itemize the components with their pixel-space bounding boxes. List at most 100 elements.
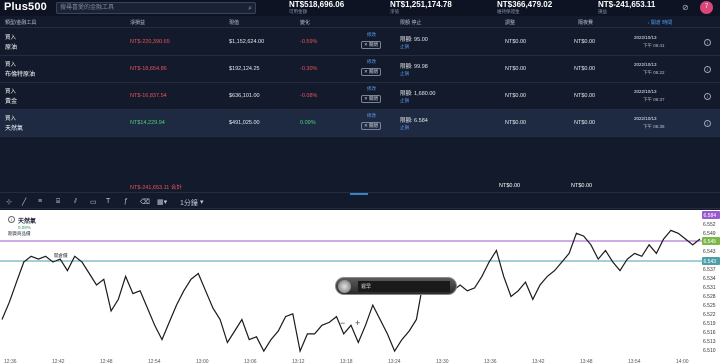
horizontal-line-icon[interactable]: ≡ <box>38 198 42 205</box>
player-text: 遲早 <box>358 281 450 292</box>
positions-header: 類型/金融工具 淨損益 現值 變化 限額 停止 調整 隔夜費 ↓ 開倉 時間 <box>0 16 720 28</box>
function-icon[interactable]: ƒ <box>124 198 128 205</box>
col-fee[interactable]: 隔夜費 <box>578 19 593 26</box>
row-adjust: NT$0.00 <box>505 93 527 99</box>
x-tick-label: 13:18 <box>340 359 353 364</box>
row-price: $491,025.00 <box>229 120 260 126</box>
y-tick-label: 6.531 <box>703 285 716 291</box>
margin-value: NT$366,479.02 <box>497 0 553 9</box>
current-price-label: 6.545 <box>704 239 717 245</box>
row-stop[interactable]: 止損 <box>400 71 409 77</box>
entry-level-label: 6.543 <box>704 259 717 265</box>
info-icon[interactable]: i <box>704 120 711 127</box>
row-adjust: NT$0.00 <box>505 120 527 126</box>
row-price: $636,101.00 <box>229 93 260 99</box>
channel-icon[interactable]: ⫽ <box>74 198 77 206</box>
close-position-button[interactable]: ✕ 關閉 <box>361 95 382 103</box>
edit-link[interactable]: 修改 <box>367 32 376 38</box>
zoom-in-button[interactable]: + <box>355 318 360 328</box>
available-value: NT$518,696.06 <box>289 0 345 9</box>
y-tick-label: 6.519 <box>703 321 716 327</box>
pl-value: NT$-241,653.11 <box>598 0 656 9</box>
table-row[interactable]: 買入 黃金 NT$-16,837.54 $636,101.00 -0.08% 修改 ✕ 關閉… <box>0 83 720 110</box>
row-stop[interactable]: 止損 <box>400 125 409 131</box>
col-change[interactable]: 變化 <box>300 19 310 26</box>
row-pl: NT$-220,390.65 <box>130 39 170 45</box>
limit-level-label: 6.584 <box>704 213 717 219</box>
player-knob[interactable] <box>338 280 351 293</box>
search-input[interactable]: 搜尋喜愛的金融工具 ⌕ <box>56 2 256 14</box>
row-fee: NT$0.00 <box>574 66 596 72</box>
table-row[interactable]: 買入 原油 NT$-220,390.65 $1,152,624.00 -0.59% 修改 ✕… <box>0 29 720 56</box>
avatar[interactable]: 7 <box>700 1 713 14</box>
row-stop[interactable]: 止損 <box>400 98 409 104</box>
row-price: $1,152,624.00 <box>229 39 265 45</box>
table-row[interactable]: 買入 布倫特原油 NT$-18,654.86 $192,124.25 -0.30% 修改 ✕… <box>0 56 720 83</box>
row-change: -0.08% <box>300 93 318 99</box>
x-tick-label: 13:48 <box>580 359 593 364</box>
crosshair-icon[interactable]: ⊹ <box>6 198 12 206</box>
text-icon[interactable]: T <box>106 198 110 205</box>
col-adjust[interactable]: 調整 <box>505 19 515 26</box>
row-stop[interactable]: 止損 <box>400 44 409 50</box>
zoom-out-button[interactable]: − <box>340 318 345 328</box>
edit-link[interactable]: 修改 <box>367 59 376 65</box>
interval-select[interactable]: 1分鐘 <box>180 198 198 208</box>
row-limit[interactable]: 限額: 1,680.00 <box>400 89 435 97</box>
col-pl[interactable]: 淨損益 <box>130 19 145 26</box>
total-adjust: NT$0.00 <box>499 183 521 189</box>
available-label: 可用金額 <box>289 9 307 14</box>
row-limit[interactable]: 限額: 95.00 <box>400 35 428 43</box>
chart-sub: 期貨商品價 <box>8 231 31 236</box>
row-fee: NT$0.00 <box>574 120 596 126</box>
row-type: 買入 <box>5 116 17 122</box>
search-icon: ⌕ <box>248 5 252 12</box>
total-fee: NT$0.00 <box>571 183 593 189</box>
account-available: NT$518,696.06 可用金額 <box>289 0 344 15</box>
x-tick-label: 13:06 <box>244 359 257 364</box>
row-pl: NT$-16,837.54 <box>130 93 167 99</box>
row-fee: NT$0.00 <box>574 39 596 45</box>
col-time[interactable]: ↓ 開倉 時間 <box>647 19 672 26</box>
y-tick-label: 6.534 <box>703 276 716 282</box>
fib-icon[interactable]: ⌸ <box>56 198 60 206</box>
app-window: Plus500 搜尋喜愛的金融工具 ⌕ NT$518,696.06 可用金額 N… <box>0 0 720 364</box>
x-tick-label: 13:24 <box>388 359 401 364</box>
top-bar: Plus500 搜尋喜愛的金融工具 ⌕ NT$518,696.06 可用金額 N… <box>0 0 720 16</box>
rect-icon[interactable]: ▭ <box>90 198 97 206</box>
info-icon[interactable]: i <box>704 93 711 100</box>
hide-eye-icon[interactable]: ⊘ <box>682 3 689 12</box>
y-tick-label: 6.513 <box>703 339 716 345</box>
row-limit[interactable]: 限額: 99.98 <box>400 62 428 70</box>
col-instrument[interactable]: 類型/金融工具 <box>5 19 36 26</box>
eraser-icon[interactable]: ⌫ <box>140 198 150 206</box>
y-tick-label: 6.549 <box>703 231 716 237</box>
chart-toolbar: ⊹ ╱ ≡ ⌸ ⫽ ▭ T ƒ ⌫ ▦▾ 1分鐘 ▾ <box>0 196 720 209</box>
resize-handle[interactable] <box>350 193 368 195</box>
info-icon[interactable]: i <box>704 66 711 73</box>
y-tick-label: 6.537 <box>703 267 716 273</box>
info-icon[interactable]: i <box>704 39 711 46</box>
x-tick-label: 12:36 <box>4 359 17 364</box>
trendline-icon[interactable]: ╱ <box>22 198 26 206</box>
pl-label: 損益 <box>598 9 607 14</box>
chart-legend: i 天然氣 0.09% 期貨商品價 <box>8 216 36 237</box>
info-icon[interactable]: i <box>8 216 15 223</box>
x-tick-label: 12:48 <box>100 359 113 364</box>
close-label: 關閉 <box>369 123 379 128</box>
close-position-button[interactable]: ✕ 關閉 <box>361 41 382 49</box>
close-label: 關閉 <box>369 69 379 74</box>
margin-label: 維持保證金 <box>497 9 520 14</box>
close-position-button[interactable]: ✕ 關閉 <box>361 68 382 76</box>
close-position-button[interactable]: ✕ 關閉 <box>361 122 382 130</box>
col-limit-stop[interactable]: 限額 停止 <box>400 19 421 26</box>
x-tick-label: 12:54 <box>148 359 161 364</box>
row-change: -0.30% <box>300 66 318 72</box>
row-limit[interactable]: 限額: 6.584 <box>400 116 428 124</box>
table-row[interactable]: 買入 天然氣 NT$14,229.94 $491,025.00 0.09% 修改 ✕ 關閉 限… <box>0 110 720 137</box>
edit-link[interactable]: 修改 <box>367 113 376 119</box>
col-price[interactable]: 現值 <box>229 19 239 26</box>
floating-player[interactable]: 遲早 <box>335 277 457 295</box>
edit-link[interactable]: 修改 <box>367 86 376 92</box>
calendar-icon[interactable]: ▦▾ <box>157 198 167 206</box>
